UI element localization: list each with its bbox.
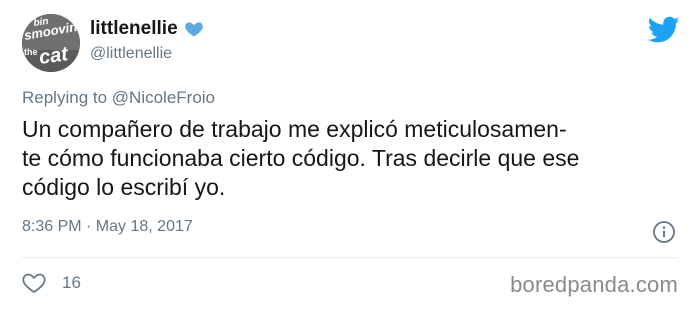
tweet-text-line: Un compañero de trabajo me explicó metic… [22,116,567,142]
like-heart-icon[interactable] [22,272,46,294]
watermark: boredpanda.com [510,272,678,297]
avatar-image: bin smoovin the cat [22,14,80,72]
tweet-card: bin smoovin the cat littlenellie @little… [0,0,700,311]
twitter-bird-icon[interactable] [647,16,680,44]
reply-mention-link[interactable]: @NicoleFroio [112,88,215,107]
tweet-text-line: te cómo funcionaba cierto código. Tras d… [22,145,580,171]
user-handle[interactable]: @littlenellie [90,44,204,64]
avatar-text-3: the [24,47,38,57]
reply-prefix: Replying to [22,88,112,107]
blue-heart-icon [184,19,204,39]
reply-context: Replying to @NicoleFroio [22,88,215,108]
like-count: 16 [62,273,81,292]
user-block: littlenellie @littlenellie [90,18,204,64]
avatar-text-4: cat [38,43,71,69]
tweet-text-line: código lo escribí yo. [22,174,226,200]
tweet-text: Un compañero de trabajo me explicó metic… [22,115,682,202]
display-name[interactable]: littlenellie [90,18,178,40]
info-icon[interactable] [652,220,676,244]
divider [22,257,678,258]
avatar[interactable]: bin smoovin the cat [22,14,80,72]
display-name-row[interactable]: littlenellie [90,18,204,40]
tweet-timestamp[interactable]: 8:36 PM · May 18, 2017 [22,218,193,236]
